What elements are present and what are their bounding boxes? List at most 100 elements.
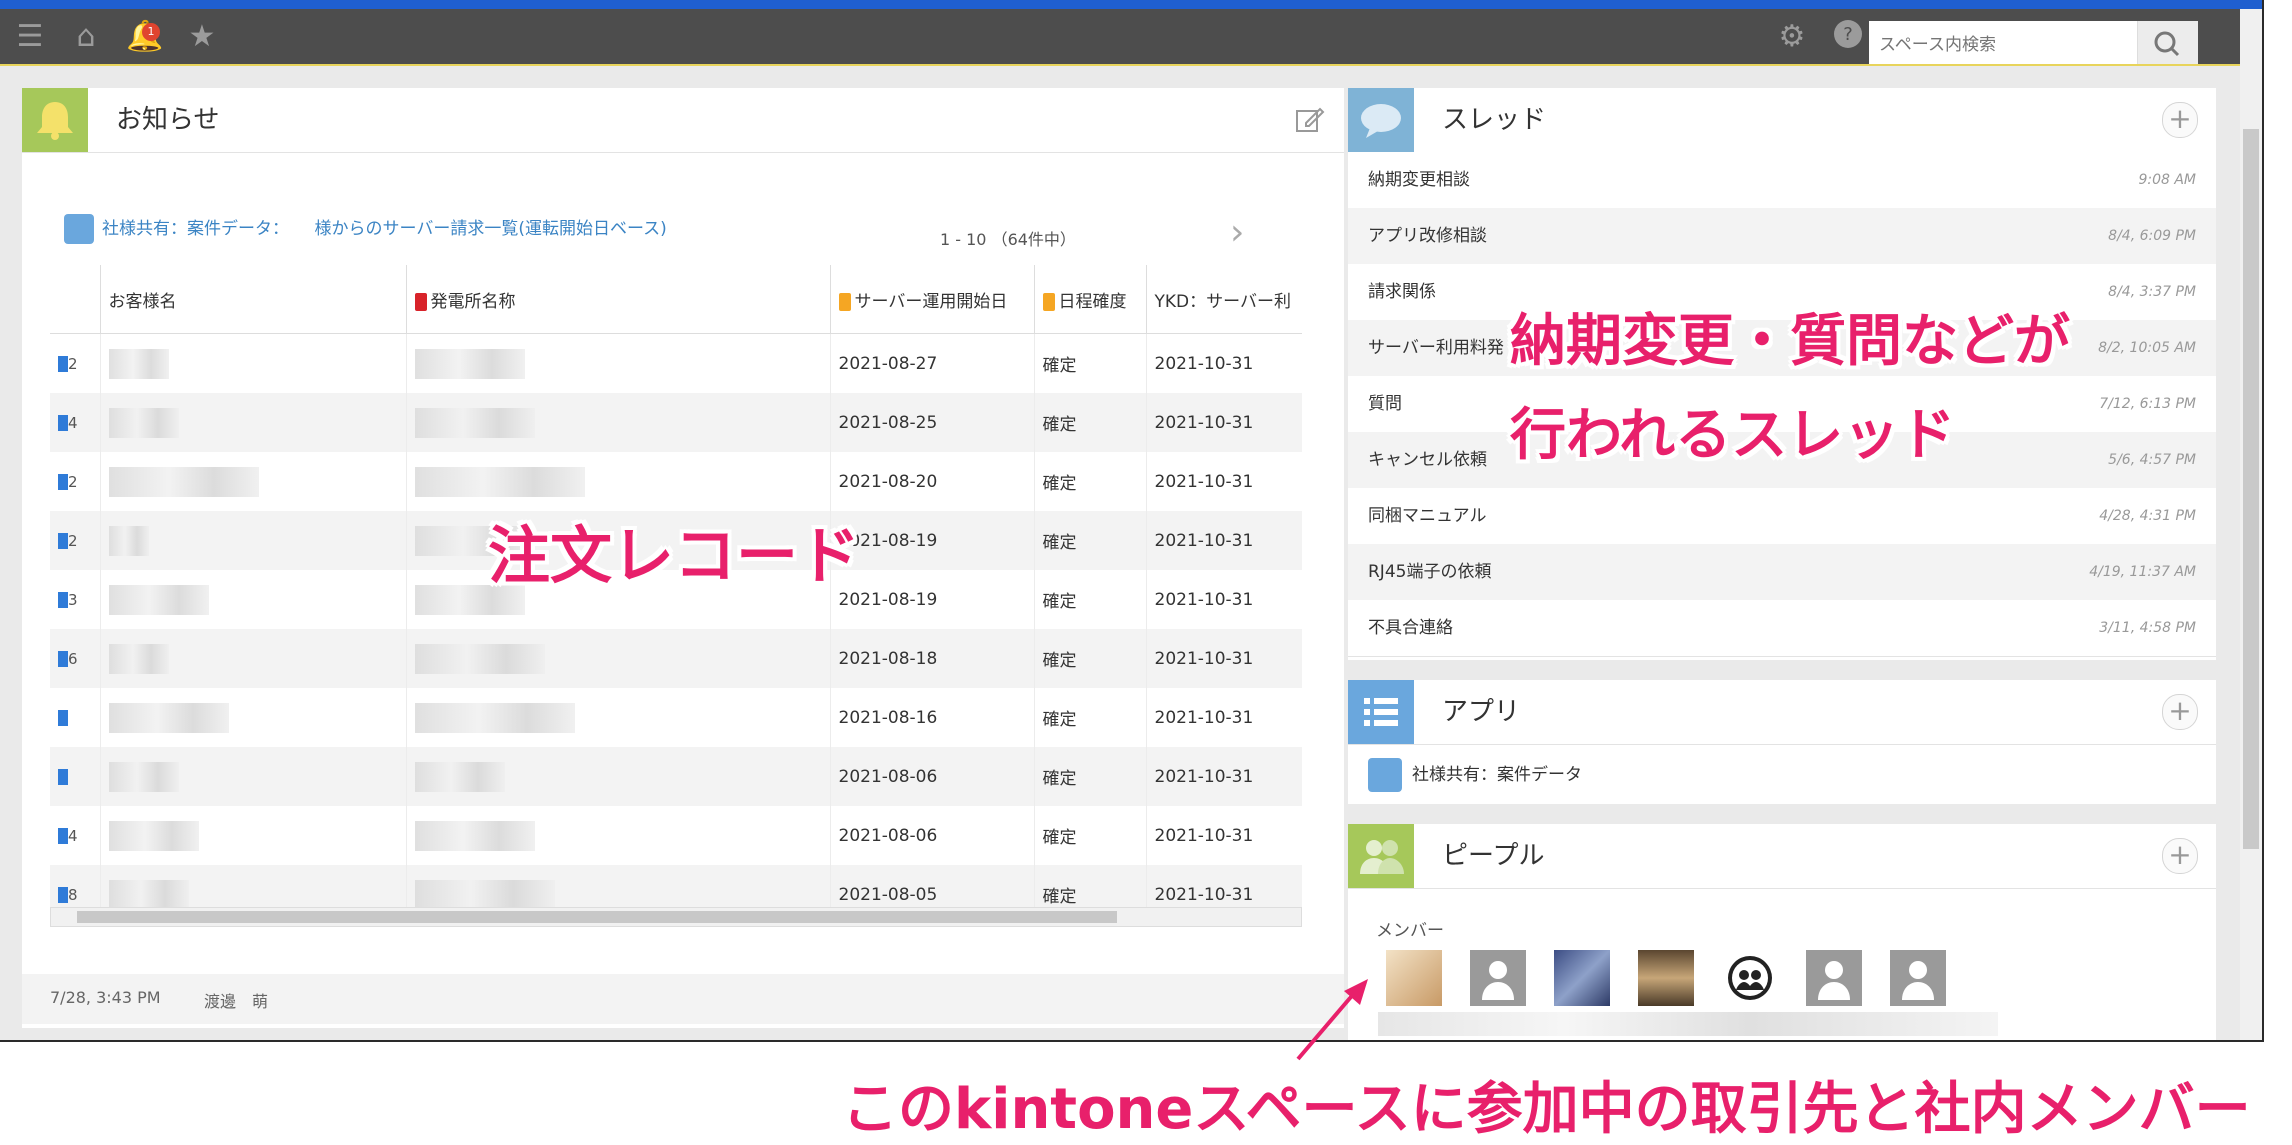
- record-detail-icon[interactable]: 3: [50, 570, 100, 629]
- cell-server-usage: 2021-10-31: [1145, 570, 1302, 629]
- member-avatar[interactable]: [1722, 950, 1778, 1006]
- table-row[interactable]: 4 2021-08-06 確定 2021-10-31: [50, 806, 1302, 865]
- cell-start-date: 2021-08-20: [829, 452, 1034, 511]
- thread-time: 5/6, 4:57 PM: [2108, 452, 2196, 468]
- page-scrollbar[interactable]: [2240, 9, 2262, 1040]
- thread-item[interactable]: RJ45端子の依頼 4/19, 11:37 AM: [1348, 544, 2216, 601]
- cell-certainty: 確定: [1033, 393, 1146, 452]
- cell-certainty: 確定: [1033, 806, 1146, 865]
- record-detail-icon[interactable]: 2: [50, 511, 100, 570]
- cell-server-usage: 2021-10-31: [1145, 747, 1302, 806]
- document-icon: [58, 768, 68, 785]
- star-icon[interactable]: ★: [184, 19, 220, 55]
- col-certainty[interactable]: 日程確度: [1033, 265, 1146, 334]
- cell-server-usage: 2021-10-31: [1145, 688, 1302, 747]
- member-avatar[interactable]: [1470, 950, 1526, 1006]
- add-thread-button[interactable]: +: [2162, 102, 2198, 138]
- thread-item[interactable]: 納期変更相談 9:08 AM: [1348, 152, 2216, 209]
- table-row[interactable]: 2 2021-08-27 確定 2021-10-31: [50, 333, 1302, 394]
- col-icon: [50, 265, 100, 334]
- thread-item[interactable]: 不具合連絡 3/11, 4:58 PM: [1348, 600, 2216, 657]
- member-avatar[interactable]: [1638, 950, 1694, 1006]
- table-horizontal-scrollbar[interactable]: [50, 907, 1302, 927]
- cell-start-date: 2021-08-06: [829, 806, 1034, 865]
- member-avatar[interactable]: [1890, 950, 1946, 1006]
- col-certainty-label: 日程確度: [1058, 291, 1127, 312]
- bell-panel-icon: [22, 88, 88, 152]
- annotation-arrow-icon: [1296, 979, 1368, 1061]
- record-list-link-text[interactable]: 社様共有：案件データ： 様からのサーバー請求一覧(運転開始日ベース): [102, 219, 667, 239]
- add-member-button[interactable]: +: [2162, 838, 2198, 874]
- cell-plant-blurred: [405, 747, 830, 806]
- annotation-threads-2: 行われるスレッド: [1510, 403, 1956, 468]
- record-detail-icon[interactable]: 4: [50, 393, 100, 452]
- footer-username[interactable]: 渡邊 萌: [204, 988, 268, 1012]
- table-scroll-thumb[interactable]: [77, 911, 1117, 923]
- people-panel-header: ピープル +: [1348, 824, 2216, 889]
- col-plant[interactable]: 発電所名称: [405, 265, 830, 334]
- thread-name: 質問: [1368, 394, 1402, 414]
- table-row[interactable]: 2 2021-08-20 確定 2021-10-31: [50, 452, 1302, 511]
- member-avatar[interactable]: [1554, 950, 1610, 1006]
- svg-text:?: ?: [1843, 24, 1853, 45]
- help-icon[interactable]: ?: [1830, 19, 1866, 55]
- thread-name: アプリ改修相談: [1368, 226, 1487, 246]
- col-start-date-label: サーバー運用開始日: [854, 291, 1008, 312]
- cell-customer-blurred: [99, 570, 406, 629]
- space-search-input[interactable]: [1869, 21, 2137, 69]
- table-row[interactable]: 2021-08-06 確定 2021-10-31: [50, 747, 1302, 806]
- col-start-date[interactable]: サーバー運用開始日: [829, 265, 1034, 334]
- add-app-button[interactable]: +: [2162, 694, 2198, 730]
- gear-icon[interactable]: ⚙: [1774, 19, 1810, 55]
- record-detail-icon[interactable]: 2: [50, 334, 100, 394]
- record-number: 2: [68, 472, 78, 491]
- thread-name: 納期変更相談: [1368, 170, 1470, 190]
- table-row[interactable]: 6 2021-08-18 確定 2021-10-31: [50, 629, 1302, 688]
- cell-plant-blurred: [405, 688, 830, 747]
- notice-footer: 7/28, 3:43 PM 渡邊 萌: [22, 974, 1344, 1024]
- cell-customer-blurred: [99, 629, 406, 688]
- home-icon[interactable]: ⌂: [68, 19, 104, 55]
- footer-timestamp: 7/28, 3:43 PM: [50, 988, 161, 1007]
- record-number: 6: [68, 649, 78, 668]
- member-avatar[interactable]: [1806, 950, 1862, 1006]
- notice-title: お知らせ: [116, 105, 220, 135]
- col-customer[interactable]: お客様名: [99, 265, 406, 334]
- col-server-usage[interactable]: YKD：サーバー利: [1145, 265, 1302, 334]
- document-icon: [58, 532, 68, 549]
- people-panel: ピープル + メンバー: [1348, 824, 2216, 1040]
- record-detail-icon[interactable]: 4: [50, 806, 100, 865]
- page-scroll-thumb[interactable]: [2243, 129, 2259, 849]
- record-detail-icon[interactable]: [50, 688, 100, 747]
- cell-start-date: 2021-08-06: [829, 747, 1034, 806]
- record-detail-icon[interactable]: 6: [50, 629, 100, 688]
- thread-title: スレッド: [1442, 105, 1547, 135]
- next-page-icon[interactable]: ›: [1230, 212, 1244, 253]
- thread-time: 9:08 AM: [2138, 172, 2196, 188]
- menu-icon[interactable]: ☰: [12, 19, 48, 55]
- record-list-link[interactable]: 社様共有：案件データ： 様からのサーバー請求一覧(運転開始日ベース): [102, 214, 667, 244]
- record-detail-icon[interactable]: [50, 747, 100, 806]
- app-item[interactable]: 社様共有：案件データ: [1412, 758, 1582, 792]
- cell-customer-blurred: [99, 333, 406, 393]
- cell-server-usage: 2021-10-31: [1145, 806, 1302, 865]
- table-row[interactable]: 2021-08-16 確定 2021-10-31: [50, 688, 1302, 747]
- cell-certainty: 確定: [1033, 333, 1146, 393]
- thread-time: 8/2, 10:05 AM: [2098, 340, 2196, 356]
- thread-item[interactable]: 同梱マニュアル 4/28, 4:31 PM: [1348, 488, 2216, 545]
- table-row[interactable]: 4 2021-08-25 確定 2021-10-31: [50, 393, 1302, 452]
- cell-customer-blurred: [99, 452, 406, 511]
- member-avatar[interactable]: [1386, 950, 1442, 1006]
- thread-item[interactable]: アプリ改修相談 8/4, 6:09 PM: [1348, 208, 2216, 265]
- cell-certainty: 確定: [1033, 688, 1146, 747]
- record-detail-icon[interactable]: 2: [50, 452, 100, 511]
- cell-certainty: 確定: [1033, 452, 1146, 511]
- edit-icon[interactable]: [1292, 102, 1326, 136]
- notification-badge: 1: [142, 23, 160, 41]
- cell-certainty: 確定: [1033, 747, 1146, 806]
- search-button[interactable]: [2137, 21, 2198, 69]
- thread-time: 3/11, 4:58 PM: [2099, 620, 2196, 636]
- cell-start-date: 2021-08-25: [829, 393, 1034, 452]
- document-icon: [58, 827, 68, 844]
- thread-name: RJ45端子の依頼: [1368, 562, 1492, 582]
